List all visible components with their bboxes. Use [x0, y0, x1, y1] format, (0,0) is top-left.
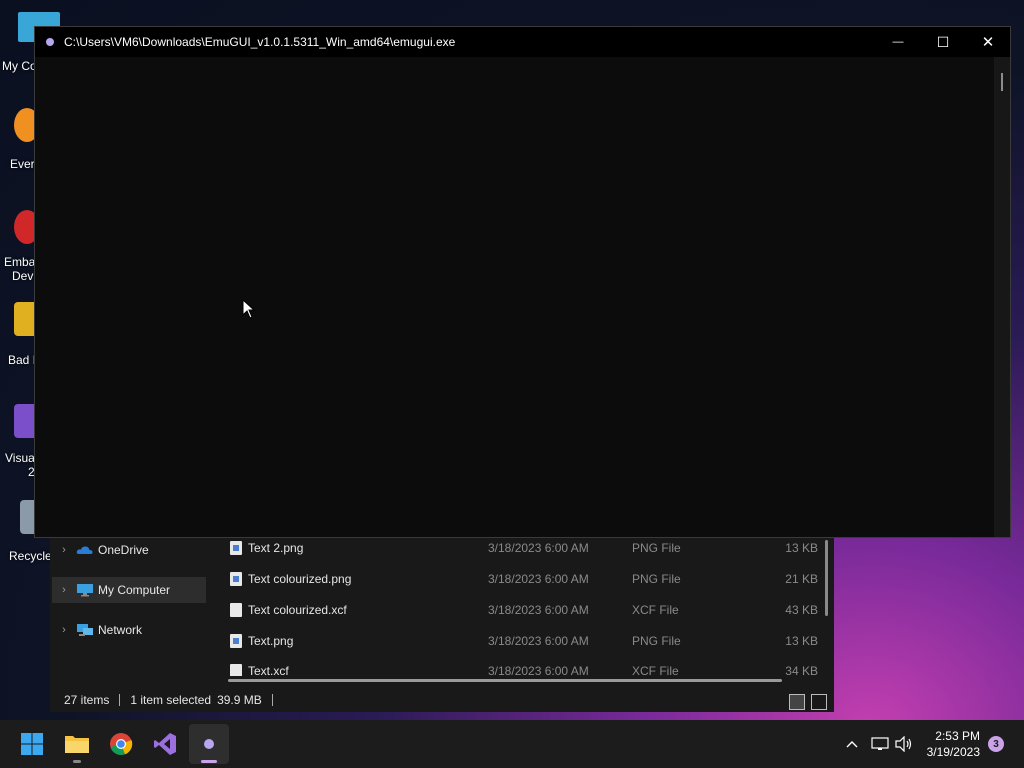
file-row[interactable]: Text colourized.xcf 3/18/2023 6:00 AM XC…	[222, 596, 826, 624]
onedrive-icon	[76, 546, 93, 554]
details-view-icon[interactable]	[789, 694, 805, 710]
minimize-icon: —	[892, 36, 904, 48]
xcf-file-icon	[230, 664, 242, 676]
selection-size: 39.9 MB	[217, 693, 262, 707]
console-content-area[interactable]	[35, 57, 1010, 537]
volume-tray-button[interactable]	[894, 734, 914, 754]
show-hidden-icons-button[interactable]	[842, 734, 862, 754]
windows-icon	[21, 733, 43, 755]
file-type: PNG File	[632, 634, 681, 648]
file-size: 34 KB	[785, 664, 818, 676]
network-icon	[77, 624, 93, 636]
visual-studio-icon	[154, 733, 176, 755]
maximize-icon: ☐	[936, 33, 950, 50]
status-bar: 27 items 1 item selected 39.9 MB	[50, 688, 834, 712]
taskbar-emugui[interactable]	[189, 724, 229, 764]
clock[interactable]: 2:53 PM 3/19/2023	[927, 728, 980, 760]
file-explorer-window: › OneDrive › My Computer › Network Text …	[50, 536, 834, 712]
navigation-pane: › OneDrive › My Computer › Network	[50, 536, 208, 676]
file-date: 3/18/2023 6:00 AM	[488, 664, 589, 676]
emugui-console-window[interactable]: C:\Users\VM6\Downloads\EmuGUI_v1.0.1.531…	[34, 26, 1011, 538]
folder-icon	[65, 736, 89, 753]
file-row[interactable]: Text.png 3/18/2023 6:00 AM PNG File 13 K…	[222, 627, 826, 655]
emugui-icon	[46, 38, 54, 46]
file-type: XCF File	[632, 603, 679, 617]
taskbar: 2:53 PM 3/19/2023 3	[0, 720, 1024, 768]
desktop-icon-label: Emba	[4, 255, 36, 269]
nav-item-network[interactable]: › Network	[52, 617, 206, 643]
png-file-icon	[230, 634, 242, 648]
xcf-file-icon	[230, 603, 242, 617]
status-separator	[119, 694, 121, 706]
file-list: Text 2.png 3/18/2023 6:00 AM PNG File 13…	[222, 536, 834, 676]
console-scrollbar[interactable]	[994, 57, 1010, 537]
computer-icon	[77, 584, 93, 597]
file-name: Text.png	[248, 634, 294, 648]
file-date: 3/18/2023 6:00 AM	[488, 572, 589, 586]
horizontal-scrollbar[interactable]	[228, 679, 782, 682]
status-separator	[271, 694, 273, 706]
maximize-button[interactable]: ☐	[920, 27, 966, 57]
nav-item-onedrive[interactable]: › OneDrive	[52, 537, 206, 563]
network-icon	[871, 737, 889, 750]
nav-item-my-computer[interactable]: › My Computer	[52, 577, 206, 603]
file-type: XCF File	[632, 664, 679, 676]
mouse-cursor-icon	[242, 299, 256, 319]
file-type: PNG File	[632, 572, 681, 586]
png-file-icon	[230, 541, 242, 555]
taskbar-visual-studio[interactable]	[145, 724, 185, 764]
window-title: C:\Users\VM6\Downloads\EmuGUI_v1.0.1.531…	[64, 35, 456, 49]
file-type: PNG File	[632, 541, 681, 555]
vertical-scrollbar[interactable]	[825, 540, 828, 616]
chrome-icon	[110, 733, 133, 756]
running-indicator	[73, 760, 81, 763]
clock-time: 2:53 PM	[935, 729, 980, 743]
chevron-up-icon	[846, 741, 858, 748]
minimize-button[interactable]: —	[875, 27, 921, 57]
file-name: Text 2.png	[248, 541, 304, 555]
desktop-icon-label-line2: Dev	[12, 269, 34, 283]
nav-item-label: OneDrive	[98, 543, 149, 557]
item-count: 27 items	[64, 693, 110, 707]
file-row[interactable]: Text 2.png 3/18/2023 6:00 AM PNG File 13…	[222, 536, 826, 562]
console-scrollbar-thumb[interactable]	[1001, 73, 1003, 91]
emugui-icon	[204, 739, 214, 749]
close-button[interactable]: ✕	[965, 27, 1011, 57]
file-name: Text.xcf	[248, 664, 289, 676]
large-icons-view-icon[interactable]	[811, 694, 827, 710]
chevron-right-icon[interactable]: ›	[52, 624, 76, 636]
chevron-right-icon[interactable]: ›	[52, 544, 76, 556]
network-tray-button[interactable]	[870, 734, 890, 754]
active-indicator	[201, 760, 217, 763]
png-file-icon	[230, 572, 242, 586]
desktop-icon-label: Visua	[5, 451, 35, 465]
selection-count: 1 item selected	[130, 693, 212, 707]
clock-date: 3/19/2023	[926, 745, 980, 759]
file-size: 21 KB	[785, 572, 818, 586]
desktop-icon-label: Ever	[10, 157, 35, 171]
desktop-icon-label: Recycle	[9, 549, 52, 563]
desktop-icon-label: Bad I	[8, 353, 37, 367]
file-size: 13 KB	[785, 541, 818, 555]
notification-badge[interactable]: 3	[988, 736, 1004, 752]
desktop-icon-label: My Co	[2, 59, 37, 73]
nav-item-label: Network	[98, 623, 143, 637]
file-size: 43 KB	[785, 603, 818, 617]
file-name: Text colourized.xcf	[248, 603, 347, 617]
file-date: 3/18/2023 6:00 AM	[488, 634, 589, 648]
file-size: 13 KB	[785, 634, 818, 648]
file-row[interactable]: Text.xcf 3/18/2023 6:00 AM XCF File 34 K…	[222, 657, 826, 676]
speaker-icon	[895, 736, 912, 752]
nav-item-label: My Computer	[98, 583, 171, 597]
file-date: 3/18/2023 6:00 AM	[488, 541, 589, 555]
taskbar-file-explorer[interactable]	[57, 724, 97, 764]
start-button[interactable]	[12, 724, 52, 764]
close-icon: ✕	[981, 34, 995, 51]
file-date: 3/18/2023 6:00 AM	[488, 603, 589, 617]
taskbar-chrome[interactable]	[101, 724, 141, 764]
chevron-right-icon[interactable]: ›	[52, 584, 76, 596]
file-row[interactable]: Text colourized.png 3/18/2023 6:00 AM PN…	[222, 565, 826, 593]
file-name: Text colourized.png	[248, 572, 352, 586]
title-bar[interactable]: C:\Users\VM6\Downloads\EmuGUI_v1.0.1.531…	[35, 27, 1010, 57]
